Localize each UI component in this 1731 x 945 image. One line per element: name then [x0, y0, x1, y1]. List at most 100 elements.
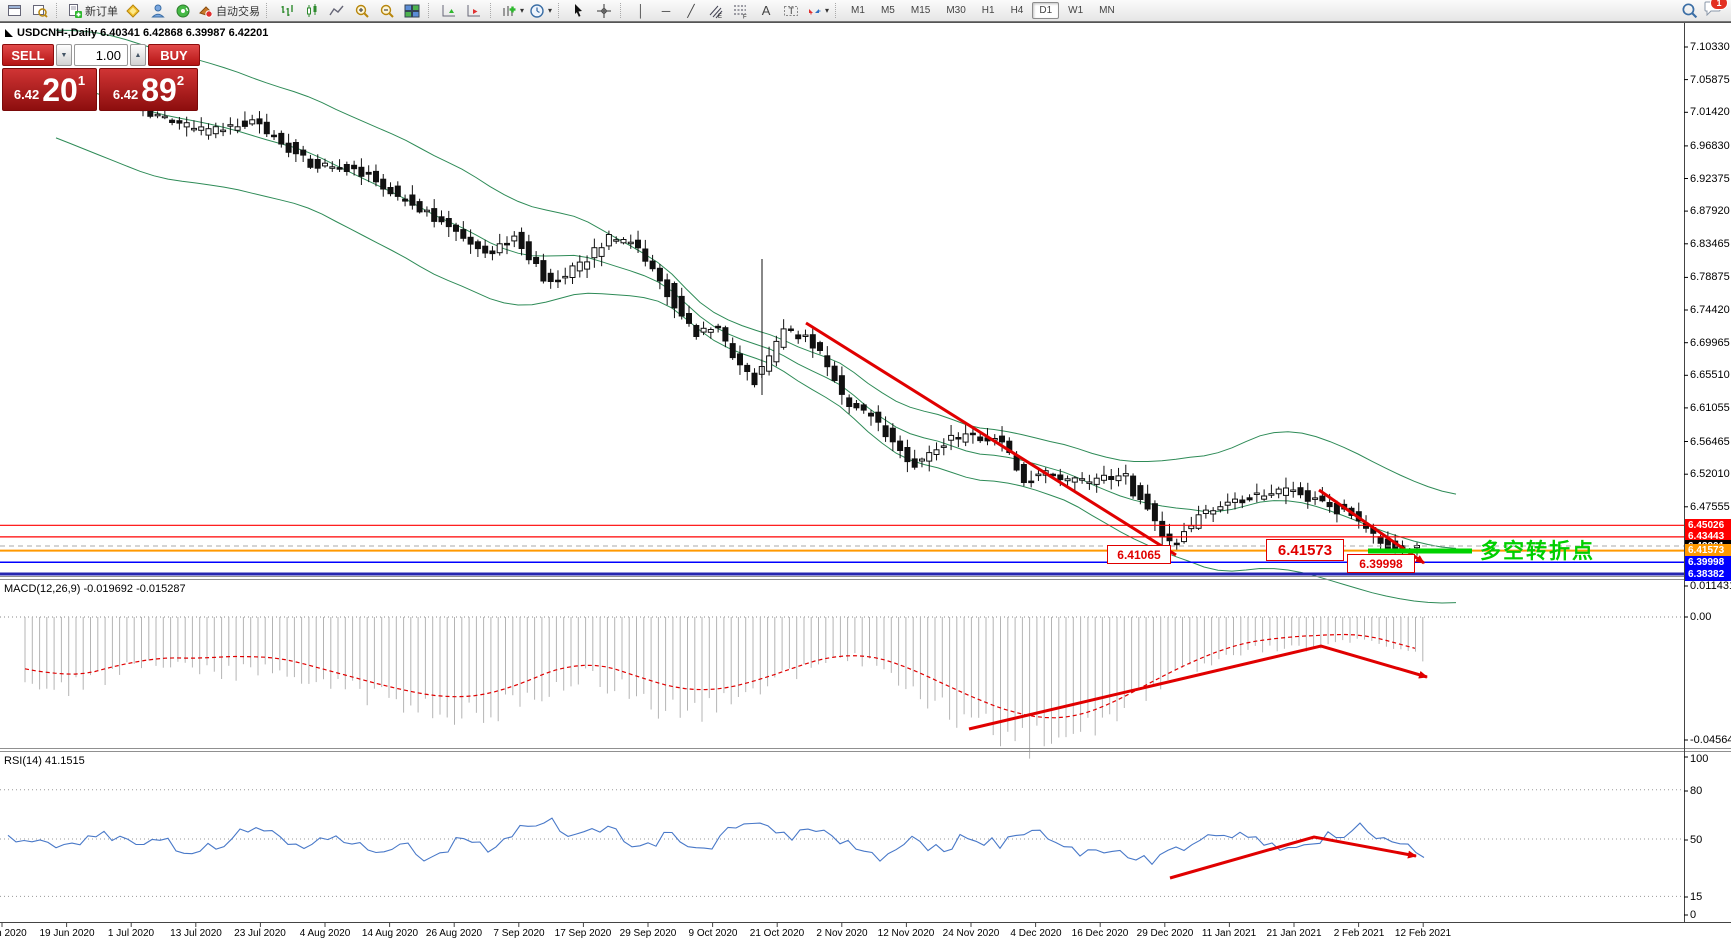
cursor-button[interactable]	[567, 2, 591, 20]
line-chart-button[interactable]	[325, 2, 349, 20]
toolbar: 新订单 自动交易	[0, 0, 1731, 22]
toolbar-separator	[558, 3, 563, 18]
trendline-button[interactable]: ╱	[679, 2, 703, 20]
chart-profiles-icon	[32, 3, 48, 19]
crosshair-button[interactable]	[592, 2, 616, 20]
chart-title: USDCNH-,Daily 6.40341 6.42868 6.39987 6.…	[5, 27, 268, 39]
sell-price-box[interactable]: 6.42 20 1	[2, 68, 97, 111]
sell-price-small: 6.42	[14, 87, 39, 102]
volume-up-button[interactable]: ▲	[130, 44, 146, 66]
indicators-icon	[501, 3, 517, 19]
metaeditor-button[interactable]	[121, 2, 145, 20]
bar-chart-icon	[279, 3, 295, 19]
annotation-price-peak[interactable]: 6.41573	[1266, 539, 1344, 561]
macd-indicator-label: MACD(12,26,9) -0.019692 -0.015287	[4, 583, 186, 595]
candlestick-button[interactable]	[300, 2, 324, 20]
chart-shift-button[interactable]	[462, 2, 486, 20]
strategy-tester-button[interactable]	[171, 2, 195, 20]
chart-title-text: USDCNH-,Daily 6.40341 6.42868 6.39987 6.…	[17, 27, 268, 39]
strategy-tester-icon	[175, 3, 191, 19]
autotrading-button[interactable]: 自动交易	[196, 2, 262, 20]
channel-button[interactable]: E	[704, 2, 728, 20]
chat-button[interactable]: 1	[1704, 0, 1722, 21]
sell-button[interactable]: SELL	[2, 44, 54, 66]
one-click-trading-widget: SELL ▼ ▲ BUY 6.42 20 1 6.42 89 2	[2, 44, 200, 111]
horizontal-line-button[interactable]: ─	[654, 2, 678, 20]
turning-point-annotation[interactable]: 多空转折点	[1480, 535, 1595, 565]
equidistant-channel-icon: E	[708, 3, 724, 19]
new-order-label: 新订单	[85, 3, 118, 19]
cursor-icon	[571, 3, 587, 19]
indicators-button[interactable]: ▾	[499, 2, 526, 20]
arrows-dropdown-caret[interactable]: ▾	[825, 6, 829, 15]
mt4-window: 新订单 自动交易	[0, 0, 1731, 945]
volume-input[interactable]	[74, 44, 128, 66]
timeframe-button-M30[interactable]: M30	[939, 2, 972, 19]
timeframe-button-MN[interactable]: MN	[1092, 2, 1122, 19]
timeframe-button-D1[interactable]: D1	[1032, 2, 1059, 19]
toolbar-separator	[620, 3, 625, 18]
svg-text:E: E	[718, 14, 722, 19]
periods-button[interactable]: ▾	[527, 2, 554, 20]
arrows-button[interactable]: ▾	[804, 2, 831, 20]
terminal-icon	[150, 3, 166, 19]
new-order-icon	[67, 3, 83, 19]
autotrading-label: 自动交易	[216, 3, 260, 19]
bar-chart-button[interactable]	[275, 2, 299, 20]
zoom-in-button[interactable]	[350, 2, 374, 20]
new-chart-icon	[7, 3, 23, 19]
chart-profiles-button[interactable]	[28, 2, 52, 20]
trendline-icon: ╱	[687, 5, 694, 17]
tile-windows-icon	[404, 3, 420, 19]
vertical-line-button[interactable]: │	[629, 2, 653, 20]
timeframe-button-W1[interactable]: W1	[1061, 2, 1090, 19]
toolbar-separator	[835, 3, 840, 18]
autotrading-icon	[198, 3, 214, 19]
arrows-icon	[806, 3, 822, 19]
svg-text:F: F	[743, 14, 747, 19]
timeframe-button-M1[interactable]: M1	[844, 2, 872, 19]
fibonacci-icon: F	[733, 3, 749, 19]
timeframe-button-H4[interactable]: H4	[1004, 2, 1031, 19]
text-button[interactable]: A	[754, 2, 778, 20]
timeframe-button-M15[interactable]: M15	[904, 2, 937, 19]
toolbar-separator	[490, 3, 495, 18]
fibonacci-button[interactable]: F	[729, 2, 753, 20]
search-icon[interactable]	[1681, 2, 1698, 19]
notification-badge: 1	[1710, 0, 1728, 10]
new-chart-button[interactable]	[3, 2, 27, 20]
buy-button[interactable]: BUY	[148, 44, 200, 66]
auto-scroll-button[interactable]	[437, 2, 461, 20]
buy-price-box[interactable]: 6.42 89 2	[99, 68, 198, 111]
buy-price-sup: 2	[177, 73, 184, 88]
text-label-icon: T	[783, 3, 799, 19]
toolbar-separator	[266, 3, 271, 18]
line-chart-icon	[329, 3, 345, 19]
terminal-button[interactable]	[146, 2, 170, 20]
svg-text:T: T	[789, 6, 795, 16]
horizontal-line-icon: ─	[662, 5, 671, 17]
timeframe-button-H1[interactable]: H1	[975, 2, 1002, 19]
chart-canvas[interactable]	[0, 0, 1731, 945]
sell-price-big: 20	[42, 74, 78, 106]
toolbar-right: 1	[1681, 0, 1728, 21]
zoom-out-icon	[379, 3, 395, 19]
chart-shift-icon	[466, 3, 482, 19]
periods-dropdown-caret[interactable]: ▾	[548, 6, 552, 15]
annotation-price-low2[interactable]: 6.39998	[1347, 554, 1415, 573]
timeframe-group: M1M5M15M30H1H4D1W1MN	[844, 2, 1122, 19]
sell-price-sup: 1	[78, 73, 85, 88]
tile-windows-button[interactable]	[400, 2, 424, 20]
symbol-marker-icon	[5, 29, 13, 37]
timeframe-button-M5[interactable]: M5	[874, 2, 902, 19]
vertical-line-icon: │	[637, 5, 645, 17]
zoom-in-icon	[354, 3, 370, 19]
volume-down-button[interactable]: ▼	[56, 44, 72, 66]
new-order-button[interactable]: 新订单	[65, 2, 120, 20]
zoom-out-button[interactable]	[375, 2, 399, 20]
rsi-indicator-label: RSI(14) 41.1515	[4, 755, 85, 767]
indicators-dropdown-caret[interactable]: ▾	[520, 6, 524, 15]
text-label-button[interactable]: T	[779, 2, 803, 20]
annotation-price-low[interactable]: 6.41065	[1107, 545, 1171, 564]
text-icon: A	[762, 4, 771, 17]
